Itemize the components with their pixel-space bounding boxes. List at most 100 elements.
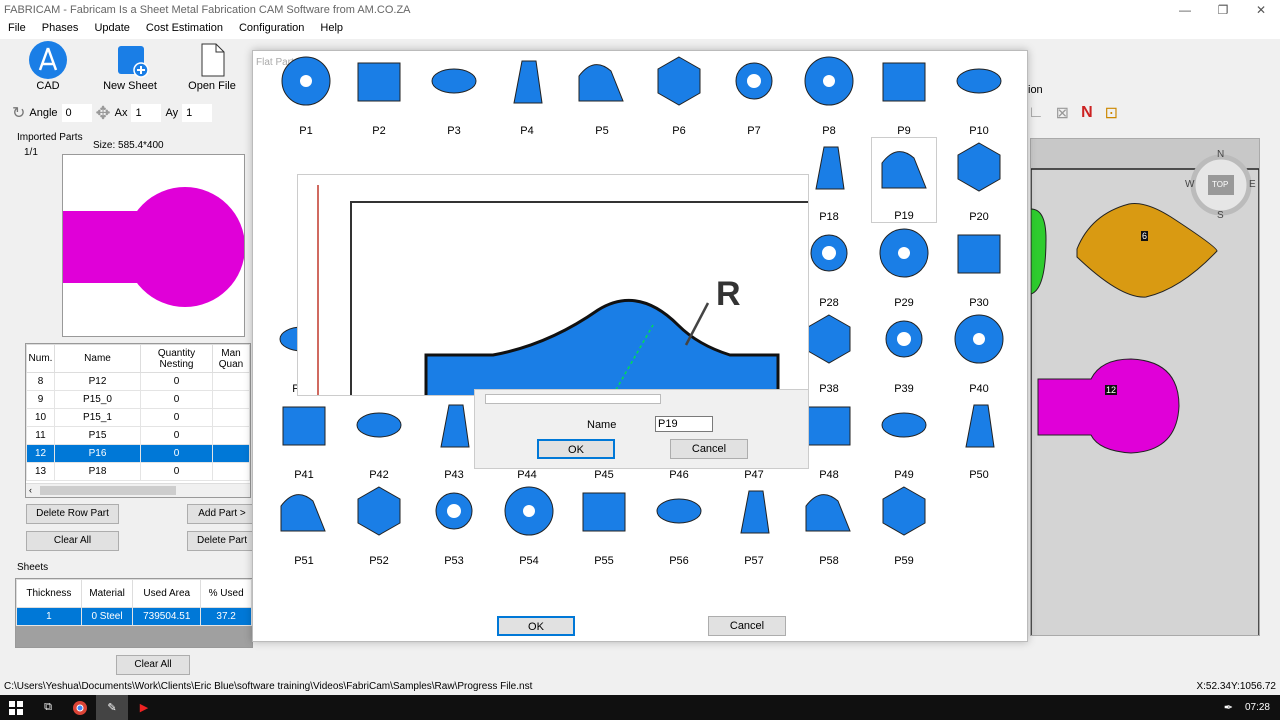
new-sheet-button[interactable]: New Sheet bbox=[100, 40, 160, 92]
name-cancel-button[interactable]: Cancel bbox=[670, 439, 748, 459]
table-row[interactable]: 8 P12 0 bbox=[26, 372, 250, 391]
flat-part-p57[interactable]: P57 bbox=[721, 481, 787, 567]
menu-update[interactable]: Update bbox=[86, 20, 137, 39]
recorder-icon[interactable]: ▶ bbox=[128, 695, 160, 720]
move-icon[interactable]: ✥ bbox=[96, 103, 111, 124]
flat-part-p10[interactable]: P10 bbox=[946, 51, 1012, 137]
flat-part-p7[interactable]: P7 bbox=[721, 51, 787, 137]
flat-parts-ok-button[interactable]: OK bbox=[497, 616, 575, 636]
col-name[interactable]: Name bbox=[54, 344, 141, 373]
flat-part-p29[interactable]: P29 bbox=[871, 223, 937, 309]
fabricam-taskbar-icon[interactable]: ✎ bbox=[96, 695, 128, 720]
shape-zoom-preview: R bbox=[297, 174, 809, 396]
flat-part-label: P59 bbox=[894, 555, 914, 567]
col-used-pct[interactable]: % Used bbox=[200, 579, 252, 608]
scroll-thumb[interactable] bbox=[40, 486, 176, 495]
flat-part-p30[interactable]: P30 bbox=[946, 223, 1012, 309]
flat-part-p2[interactable]: P2 bbox=[346, 51, 412, 137]
box-cross-icon[interactable]: ⊠ bbox=[1056, 103, 1069, 123]
menu-file[interactable]: File bbox=[0, 20, 34, 39]
delete-row-part-button[interactable]: Delete Row Part bbox=[26, 504, 119, 524]
flat-part-p6[interactable]: P6 bbox=[646, 51, 712, 137]
window-title: FABRICAM - Fabricam Is a Sheet Metal Fab… bbox=[4, 4, 411, 16]
menu-configuration[interactable]: Configuration bbox=[231, 20, 312, 39]
part-thumbnail-icon bbox=[357, 62, 401, 102]
flat-part-p58[interactable]: P58 bbox=[796, 481, 862, 567]
corner-icon[interactable]: ∟ bbox=[1028, 104, 1044, 122]
col-num[interactable]: Num. bbox=[26, 344, 55, 373]
chrome-icon[interactable] bbox=[64, 695, 96, 720]
flat-part-p55[interactable]: P55 bbox=[571, 481, 637, 567]
angle-input[interactable]: 0 bbox=[61, 104, 92, 122]
table-row[interactable]: 9 P15_0 0 bbox=[26, 390, 250, 409]
add-part-button[interactable]: Add Part > bbox=[187, 504, 257, 524]
col-material[interactable]: Material bbox=[80, 579, 134, 608]
flat-part-p49[interactable]: P49 bbox=[871, 395, 937, 481]
flat-part-p53[interactable]: P53 bbox=[421, 481, 487, 567]
col-thickness[interactable]: Thickness bbox=[16, 579, 82, 608]
flat-part-p41[interactable]: P41 bbox=[271, 395, 337, 481]
col-man[interactable]: Man Quan bbox=[212, 344, 250, 373]
minimize-icon[interactable]: — bbox=[1166, 3, 1204, 17]
flat-part-label: P10 bbox=[969, 125, 989, 137]
status-bar: C:\Users\Yeshua\Documents\Work\Clients\E… bbox=[0, 681, 1280, 695]
name-input[interactable]: P19 bbox=[655, 416, 713, 432]
col-used-area[interactable]: Used Area bbox=[132, 579, 202, 608]
task-view-icon[interactable]: ⧉ bbox=[32, 695, 64, 720]
clear-all-button[interactable]: Clear All bbox=[26, 531, 119, 551]
table-row[interactable]: 11 P15 0 bbox=[26, 426, 250, 445]
parts-table[interactable]: Num. Name Quantity Nesting Man Quan 8 P12… bbox=[25, 343, 251, 498]
flat-part-p52[interactable]: P52 bbox=[346, 481, 412, 567]
flat-part-p54[interactable]: P54 bbox=[496, 481, 562, 567]
maximize-icon[interactable]: ❐ bbox=[1204, 3, 1242, 17]
flat-part-label: P51 bbox=[294, 555, 314, 567]
horizontal-scrollbar[interactable]: ‹ bbox=[26, 483, 250, 497]
nesting-viewport[interactable]: N S E W TOP 6 12 bbox=[1030, 138, 1260, 638]
rotate-icon[interactable]: ↻ bbox=[12, 103, 25, 123]
flat-part-p56[interactable]: P56 bbox=[646, 481, 712, 567]
close-icon[interactable]: ✕ bbox=[1242, 3, 1280, 17]
menu-help[interactable]: Help bbox=[312, 20, 351, 39]
table-row[interactable]: 13 P18 0 bbox=[26, 462, 250, 481]
flat-part-p20[interactable]: P20 bbox=[946, 137, 1012, 223]
flat-part-label: P44 bbox=[517, 469, 537, 481]
flat-part-label: P56 bbox=[669, 555, 689, 567]
part-thumbnail-icon bbox=[879, 228, 929, 278]
flat-part-label: P8 bbox=[822, 125, 836, 137]
compass-top[interactable]: TOP bbox=[1212, 180, 1228, 189]
ay-input[interactable]: 1 bbox=[182, 104, 213, 122]
windows-start-icon[interactable] bbox=[0, 695, 32, 720]
delete-part-button[interactable]: Delete Part bbox=[187, 531, 257, 551]
table-row-selected[interactable]: 12 P16 0 bbox=[26, 444, 250, 463]
pen-icon[interactable]: ✒ bbox=[1224, 701, 1233, 714]
flat-part-p39[interactable]: P39 bbox=[871, 309, 937, 395]
sheets-clear-all-button[interactable]: Clear All bbox=[116, 655, 190, 675]
sheet-row[interactable]: 1 0 Steel 739504.51 37.2 bbox=[16, 607, 252, 626]
scroll-left-icon[interactable]: ‹ bbox=[26, 485, 32, 495]
flat-part-p5[interactable]: P5 bbox=[569, 51, 635, 137]
sheets-table[interactable]: Thickness Material Used Area % Used 1 0 … bbox=[15, 578, 253, 648]
flat-part-p59[interactable]: P59 bbox=[871, 481, 937, 567]
table-row[interactable]: 10 P15_1 0 bbox=[26, 408, 250, 427]
menu-cost-estimation[interactable]: Cost Estimation bbox=[138, 20, 231, 39]
flat-part-p19[interactable]: P19 bbox=[871, 137, 937, 223]
measure-icon[interactable]: ⊡ bbox=[1105, 103, 1118, 123]
flat-part-p4[interactable]: P4 bbox=[494, 51, 560, 137]
flat-part-p40[interactable]: P40 bbox=[946, 309, 1012, 395]
open-file-button[interactable]: Open File bbox=[186, 40, 238, 92]
flat-part-p9[interactable]: P9 bbox=[871, 51, 937, 137]
flat-part-p42[interactable]: P42 bbox=[346, 395, 412, 481]
ax-input[interactable]: 1 bbox=[131, 104, 162, 122]
flat-parts-cancel-button[interactable]: Cancel bbox=[708, 616, 786, 636]
name-ok-button[interactable]: OK bbox=[537, 439, 615, 459]
flat-part-p1[interactable]: P1 bbox=[273, 51, 339, 137]
cad-button[interactable]: CAD bbox=[22, 40, 74, 92]
flat-part-p3[interactable]: P3 bbox=[421, 51, 487, 137]
col-qty[interactable]: Quantity Nesting bbox=[140, 344, 213, 373]
flat-part-p50[interactable]: P50 bbox=[946, 395, 1012, 481]
flat-part-p8[interactable]: P8 bbox=[796, 51, 862, 137]
menu-phases[interactable]: Phases bbox=[34, 20, 87, 39]
flat-part-p51[interactable]: P51 bbox=[271, 481, 337, 567]
nv-icon[interactable]: N bbox=[1081, 104, 1093, 122]
flat-part-label: P2 bbox=[372, 125, 386, 137]
